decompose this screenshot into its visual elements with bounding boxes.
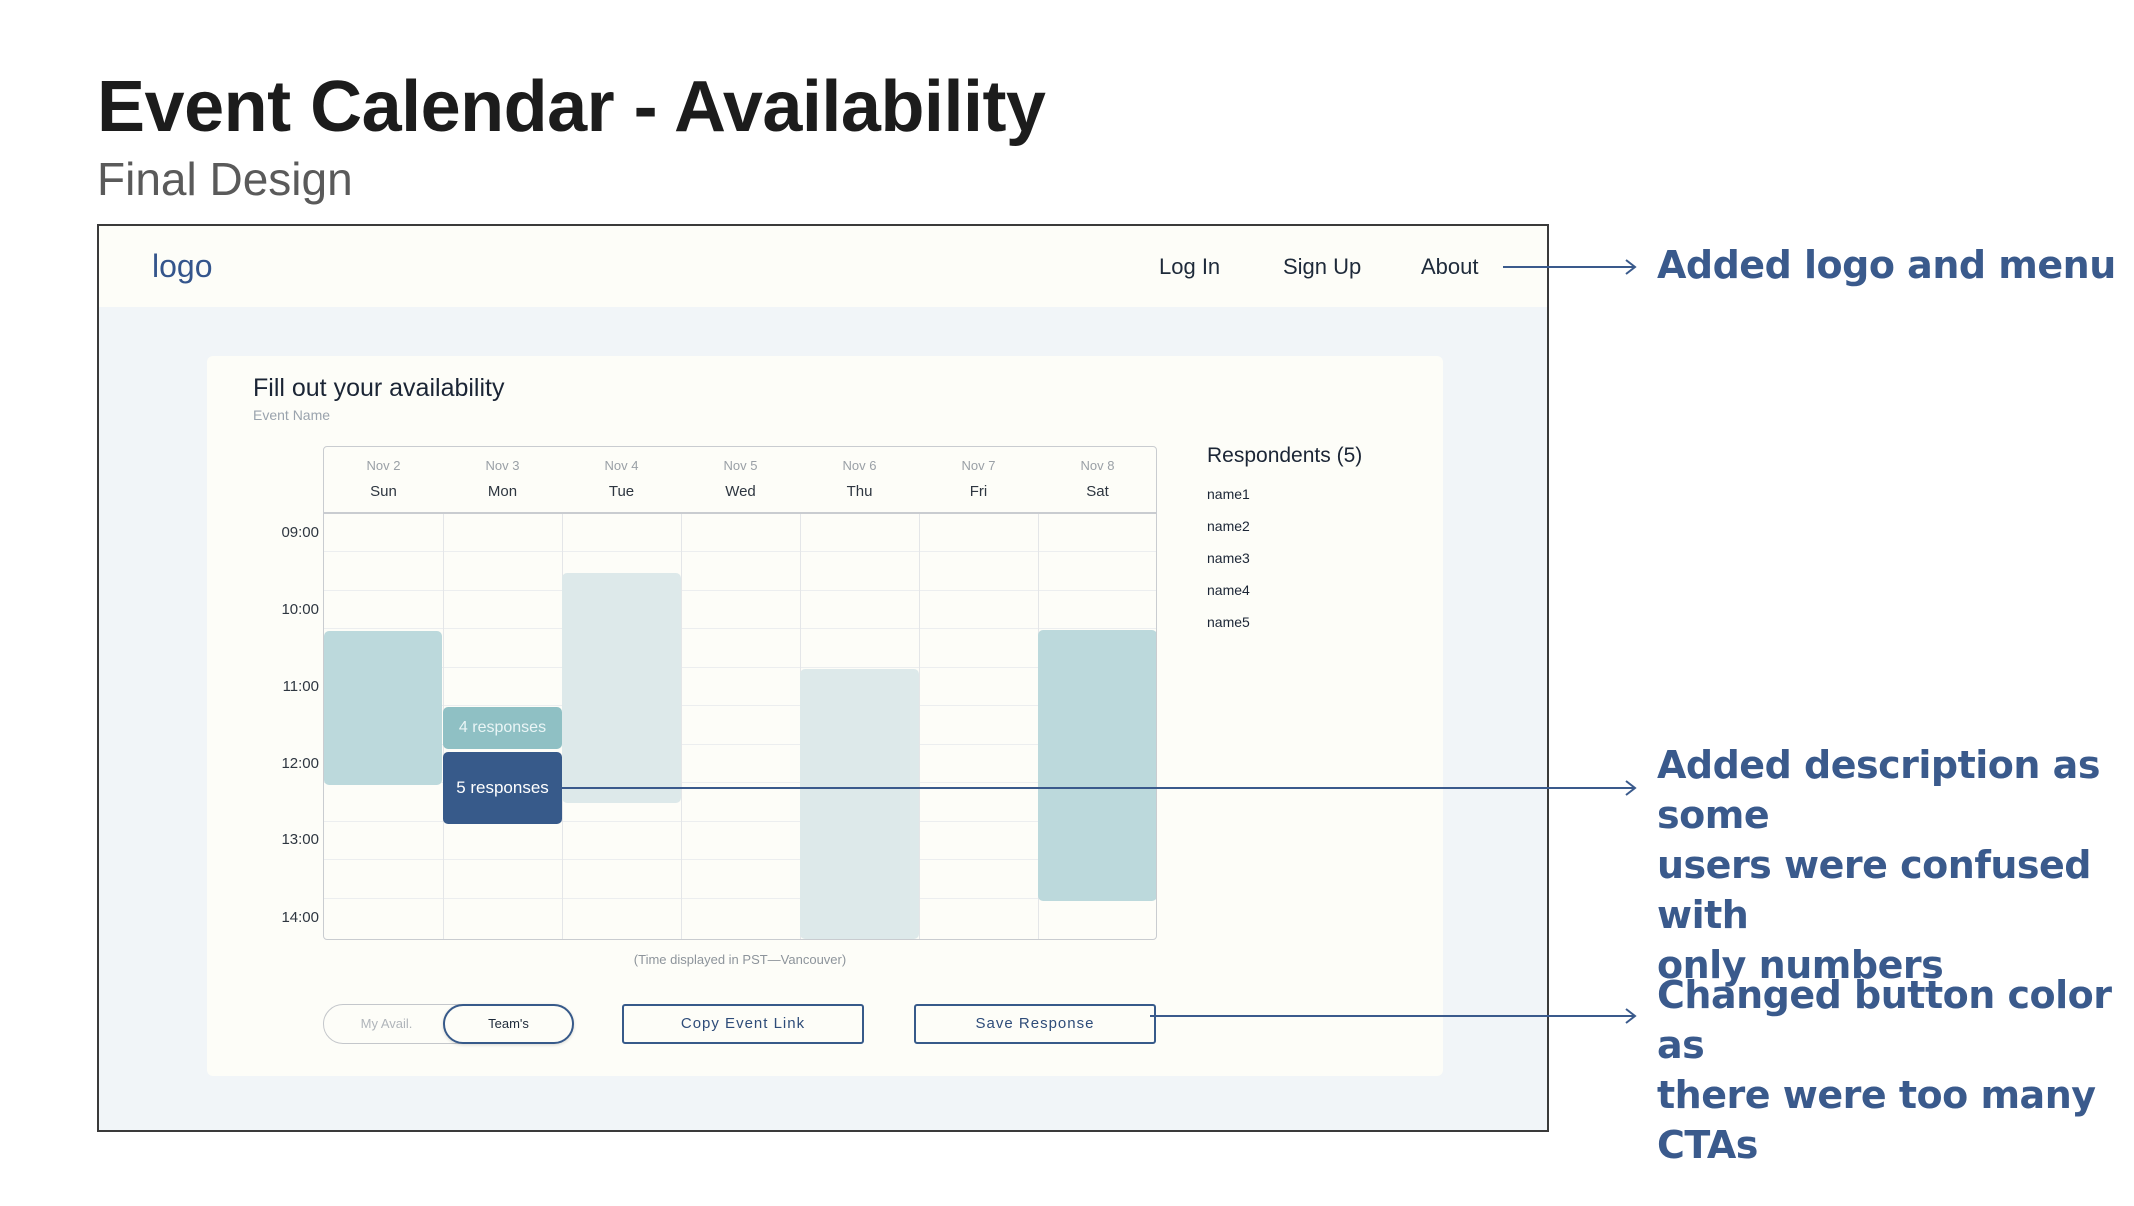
annotation-line: there were too many CTAs <box>1657 1073 2096 1167</box>
time-label: 14:00 <box>281 909 319 926</box>
availability-block-thu[interactable] <box>800 669 919 939</box>
time-label: 10:00 <box>281 601 319 618</box>
day-name: Wed <box>725 483 756 500</box>
day-name: Sun <box>370 483 397 500</box>
annotation-button-color: Changed button color as there were too m… <box>1657 970 2134 1170</box>
respondent-name[interactable]: name3 <box>1207 550 1250 566</box>
event-name: Event Name <box>253 407 331 423</box>
day-name: Sat <box>1086 483 1109 500</box>
day-header-fri: Nov 7 Fri <box>919 447 1038 939</box>
day-name: Thu <box>846 483 873 500</box>
day-header-mon: Nov 3 Mon <box>443 447 562 939</box>
annotation-description: Added description as some users were con… <box>1657 740 2134 990</box>
respondent-name[interactable]: name5 <box>1207 614 1250 630</box>
availability-block-sun[interactable] <box>324 631 442 785</box>
availability-grid[interactable]: Nov 2 Sun Nov 3 Mon Nov 4 Tue Nov 5 Wed … <box>323 446 1157 940</box>
day-header-wed: Nov 5 Wed <box>681 447 800 939</box>
day-date: Nov 7 <box>961 458 996 473</box>
day-date: Nov 3 <box>485 458 520 473</box>
responses-5-block[interactable]: 5 responses <box>443 752 562 824</box>
nav-log-in[interactable]: Log In <box>1159 254 1220 280</box>
day-date: Nov 2 <box>366 458 401 473</box>
time-label: 12:00 <box>281 755 319 772</box>
availability-block-tue[interactable] <box>562 573 681 803</box>
page-title: Event Calendar - Availability <box>97 67 1046 147</box>
timezone-note: (Time displayed in PST—Vancouver) <box>633 952 847 967</box>
app-mockup-frame: logo Log In Sign Up About Fill out your … <box>97 224 1549 1132</box>
annotation-line: users were confused with <box>1657 843 2092 937</box>
day-date: Nov 8 <box>1080 458 1115 473</box>
nav-about[interactable]: About <box>1421 254 1479 280</box>
toggle-my-availability[interactable]: My Avail. <box>324 1005 449 1043</box>
annotation-line: Added description as some <box>1657 743 2100 837</box>
annotation-logo-menu: Added logo and menu <box>1657 240 2116 290</box>
respondent-name[interactable]: name4 <box>1207 582 1250 598</box>
respondents-title: Respondents (5) <box>1207 444 1363 467</box>
availability-card: Fill out your availability Event Name 09… <box>207 356 1443 1076</box>
toggle-team-availability[interactable]: Team's <box>443 1003 574 1044</box>
day-date: Nov 4 <box>604 458 639 473</box>
day-name: Mon <box>487 483 518 500</box>
availability-block-sat[interactable] <box>1038 630 1156 901</box>
day-name: Fri <box>969 483 988 500</box>
copy-event-link-button[interactable]: Copy Event Link <box>622 1004 864 1044</box>
time-label: 13:00 <box>281 831 319 848</box>
responses-4-block[interactable]: 4 responses <box>443 707 562 749</box>
respondent-name[interactable]: name2 <box>1207 518 1250 534</box>
time-label: 11:00 <box>282 678 319 695</box>
view-toggle[interactable]: My Avail. Team's <box>323 1003 574 1044</box>
day-date: Nov 6 <box>842 458 877 473</box>
annotation-line: Added logo and menu <box>1657 243 2116 287</box>
nav-sign-up[interactable]: Sign Up <box>1283 254 1361 280</box>
respondent-name[interactable]: name1 <box>1207 486 1250 502</box>
navbar: logo Log In Sign Up About <box>99 226 1547 307</box>
day-date: Nov 5 <box>723 458 758 473</box>
card-title: Fill out your availability <box>253 374 505 402</box>
day-name: Tue <box>608 483 635 500</box>
time-label: 09:00 <box>281 524 319 541</box>
annotation-line: Changed button color as <box>1657 973 2112 1067</box>
save-response-button[interactable]: Save Response <box>914 1004 1156 1044</box>
page-subtitle: Final Design <box>97 153 353 205</box>
logo[interactable]: logo <box>152 248 213 285</box>
